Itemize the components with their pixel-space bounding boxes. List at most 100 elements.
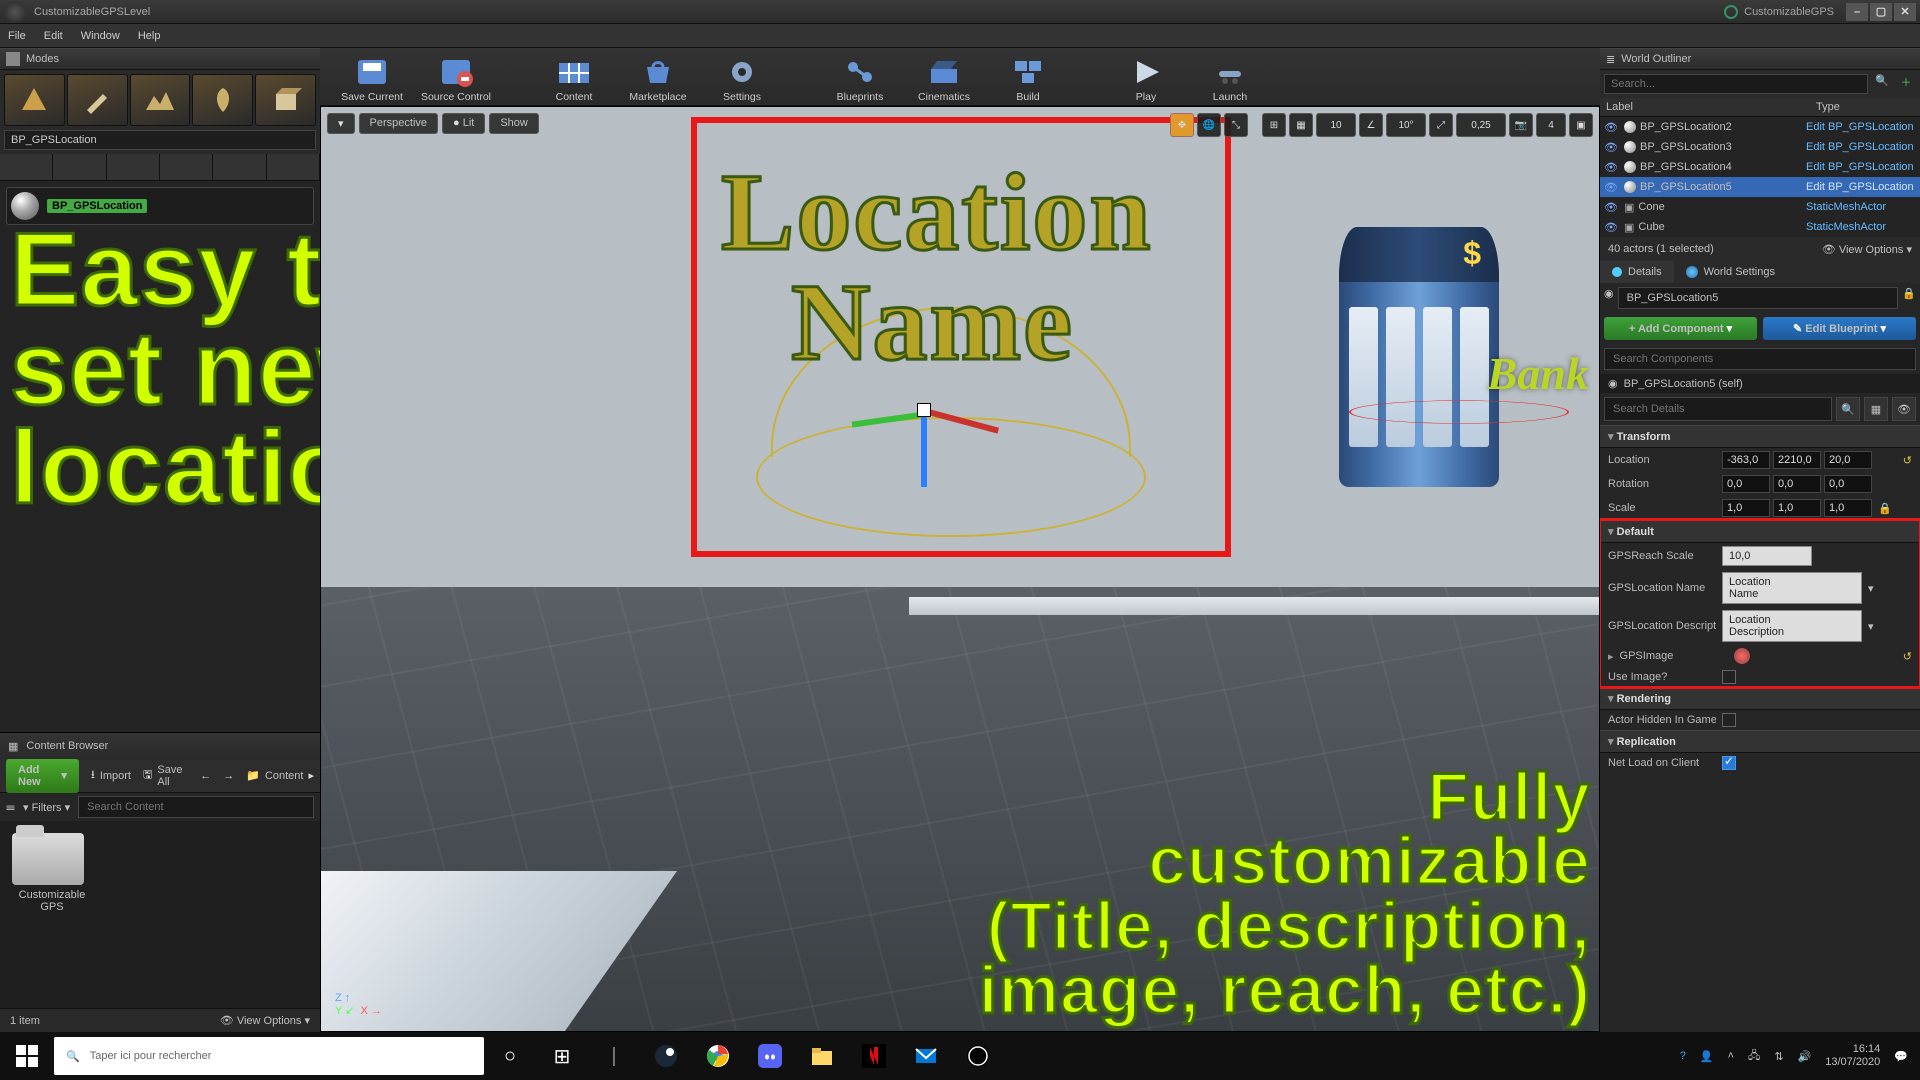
snap-scale-value[interactable]: 0,25 (1456, 113, 1506, 137)
place-search-input[interactable]: BP_GPSLocation (4, 130, 316, 150)
snap-move-value[interactable]: 10 (1316, 113, 1356, 137)
import-button[interactable]: ⭳ Import (91, 766, 131, 785)
use-image-checkbox[interactable] (1722, 670, 1736, 684)
content-button[interactable]: Content (532, 55, 616, 103)
filters-button[interactable]: ▾ Filters ▾ (23, 801, 70, 814)
outliner-list[interactable]: 👁BP_GPSLocation2Edit BP_GPSLocation👁BP_G… (1600, 117, 1920, 237)
outliner-row[interactable]: 👁BP_GPSLocation4Edit BP_GPSLocation (1600, 157, 1920, 177)
path-breadcrumb[interactable]: 📁 Content ▸ (246, 769, 314, 782)
outliner-view-options[interactable]: 👁 View Options ▾ (1822, 243, 1912, 256)
add-component-button[interactable]: + Add Component ▾ (1604, 317, 1757, 340)
content-search-input[interactable] (78, 796, 314, 818)
start-button[interactable] (0, 1032, 54, 1080)
rotation-vector[interactable] (1722, 475, 1872, 493)
outliner-row[interactable]: 👁BP_GPSLocation3Edit BP_GPSLocation (1600, 137, 1920, 157)
outliner-row[interactable]: 👁▣ConeStaticMeshActor (1600, 197, 1920, 217)
location-vector[interactable] (1722, 451, 1872, 469)
snap-rot-toggle[interactable]: ∠ (1359, 113, 1383, 137)
gizmo-move-button[interactable]: ✥ (1170, 113, 1194, 137)
taskbar-search[interactable]: 🔍 Taper ici pour rechercher (54, 1037, 484, 1075)
steam-icon[interactable] (640, 1032, 692, 1080)
viewport[interactable]: $ Bank Location Name ▾ Perspective ● Lit (320, 106, 1600, 1032)
grid-toggle[interactable]: ▦ (1289, 113, 1313, 137)
search-components-input[interactable] (1604, 348, 1916, 370)
cortana-icon[interactable]: ○ (484, 1032, 536, 1080)
visibility-icon[interactable]: 👁 (1604, 221, 1620, 234)
snap-scale-toggle[interactable]: ⤢ (1429, 113, 1453, 137)
tab-world-settings[interactable]: World Settings (1674, 261, 1787, 283)
actor-name-input[interactable] (1618, 287, 1899, 309)
visibility-icon[interactable]: 👁 (1604, 201, 1620, 214)
outliner-row[interactable]: 👁BP_GPSLocation2Edit BP_GPSLocation (1600, 117, 1920, 137)
mail-icon[interactable] (900, 1032, 952, 1080)
cinematics-button[interactable]: Cinematics (902, 55, 986, 103)
sources-toggle-icon[interactable]: 𝍢 (6, 798, 15, 817)
task-view-icon[interactable]: ⊞ (536, 1032, 588, 1080)
category-rendering[interactable]: Rendering (1600, 687, 1920, 710)
save-current-button[interactable]: Save Current (330, 55, 414, 103)
discord-icon[interactable] (744, 1032, 796, 1080)
build-button[interactable]: Build (986, 55, 1070, 103)
root-component-row[interactable]: ◉ BP_GPSLocation5 (self) (1600, 374, 1920, 393)
place-category-tabs[interactable] (0, 154, 320, 181)
mode-landscape-button[interactable] (130, 74, 191, 126)
search-icon[interactable]: 🔍 (1872, 74, 1892, 94)
net-load-checkbox[interactable] (1722, 756, 1736, 770)
folder-item[interactable]: Customizable GPS (12, 833, 92, 913)
chrome-icon[interactable] (692, 1032, 744, 1080)
add-folder-button[interactable]: ＋ (1896, 74, 1916, 94)
blueprints-button[interactable]: Blueprints (818, 55, 902, 103)
nav-back-button[interactable]: ← (200, 770, 211, 782)
chevron-up-icon[interactable]: ˄ (1728, 1050, 1734, 1062)
maximize-button[interactable]: ▢ (1870, 3, 1892, 21)
visibility-icon[interactable]: 👁 (1604, 161, 1620, 174)
reset-location-icon[interactable]: ↺ (1903, 454, 1912, 467)
gizmo-surface-button[interactable]: ⤡ (1224, 113, 1248, 137)
notifications-icon[interactable]: 💬 (1894, 1050, 1908, 1063)
gps-reach-input[interactable] (1722, 546, 1812, 566)
minimize-button[interactable]: – (1846, 3, 1868, 21)
category-default[interactable]: Default (1600, 520, 1920, 543)
gps-desc-input[interactable]: Location Description (1722, 610, 1862, 642)
outliner-row[interactable]: 👁BP_GPSLocation5Edit BP_GPSLocation (1600, 177, 1920, 197)
view-show-button[interactable]: Show (489, 113, 539, 134)
visibility-icon[interactable]: 👁 (1604, 121, 1620, 134)
wifi-icon[interactable]: ⇅ (1774, 1050, 1783, 1063)
gizmo-world-button[interactable]: 🌐 (1197, 113, 1221, 137)
snap-move-toggle[interactable]: ⊞ (1262, 113, 1286, 137)
search-details-input[interactable] (1604, 397, 1832, 421)
tab-details[interactable]: Details (1600, 261, 1674, 283)
mode-place-button[interactable] (4, 74, 65, 126)
mode-foliage-button[interactable] (192, 74, 253, 126)
search-icon[interactable]: 🔍 (1836, 397, 1860, 421)
viewport-options-button[interactable]: ▾ (327, 113, 355, 134)
eye-icon[interactable]: 👁 (1892, 397, 1916, 421)
visibility-icon[interactable]: 👁 (1604, 141, 1620, 154)
clock[interactable]: 16:1413/07/2020 (1825, 1043, 1880, 1069)
camera-speed-icon[interactable]: 📷 (1509, 113, 1533, 137)
project-name[interactable]: CustomizableGPS (1724, 5, 1834, 19)
explorer-icon[interactable] (796, 1032, 848, 1080)
menu-file[interactable]: File (8, 30, 26, 42)
gps-image-thumb[interactable] (1734, 648, 1750, 664)
close-button[interactable]: ✕ (1894, 3, 1916, 21)
outliner-search-input[interactable] (1604, 74, 1868, 94)
mode-geometry-button[interactable] (255, 74, 316, 126)
snap-rot-value[interactable]: 10° (1386, 113, 1426, 137)
nav-fwd-button[interactable]: → (223, 770, 234, 782)
actor-hidden-checkbox[interactable] (1722, 713, 1736, 727)
people-tray-icon[interactable]: 👤 (1700, 1050, 1714, 1063)
menu-edit[interactable]: Edit (44, 30, 63, 42)
gps-name-input[interactable]: Location Name (1722, 572, 1862, 604)
settings-button[interactable]: Settings (700, 55, 784, 103)
visibility-icon[interactable]: 👁 (1604, 181, 1620, 194)
scale-vector[interactable] (1722, 499, 1872, 517)
reset-image-icon[interactable]: ↺ (1903, 650, 1912, 663)
edit-blueprint-button[interactable]: ✎ Edit Blueprint ▾ (1763, 317, 1916, 340)
menu-window[interactable]: Window (81, 30, 120, 42)
volume-icon[interactable]: 🔊 (1798, 1050, 1812, 1063)
save-all-button[interactable]: 🖫 Save All (143, 764, 188, 788)
view-lit-button[interactable]: ● Lit (442, 113, 485, 134)
help-tray-icon[interactable]: ? (1680, 1050, 1686, 1062)
source-control-button[interactable]: Source Control (414, 55, 498, 103)
